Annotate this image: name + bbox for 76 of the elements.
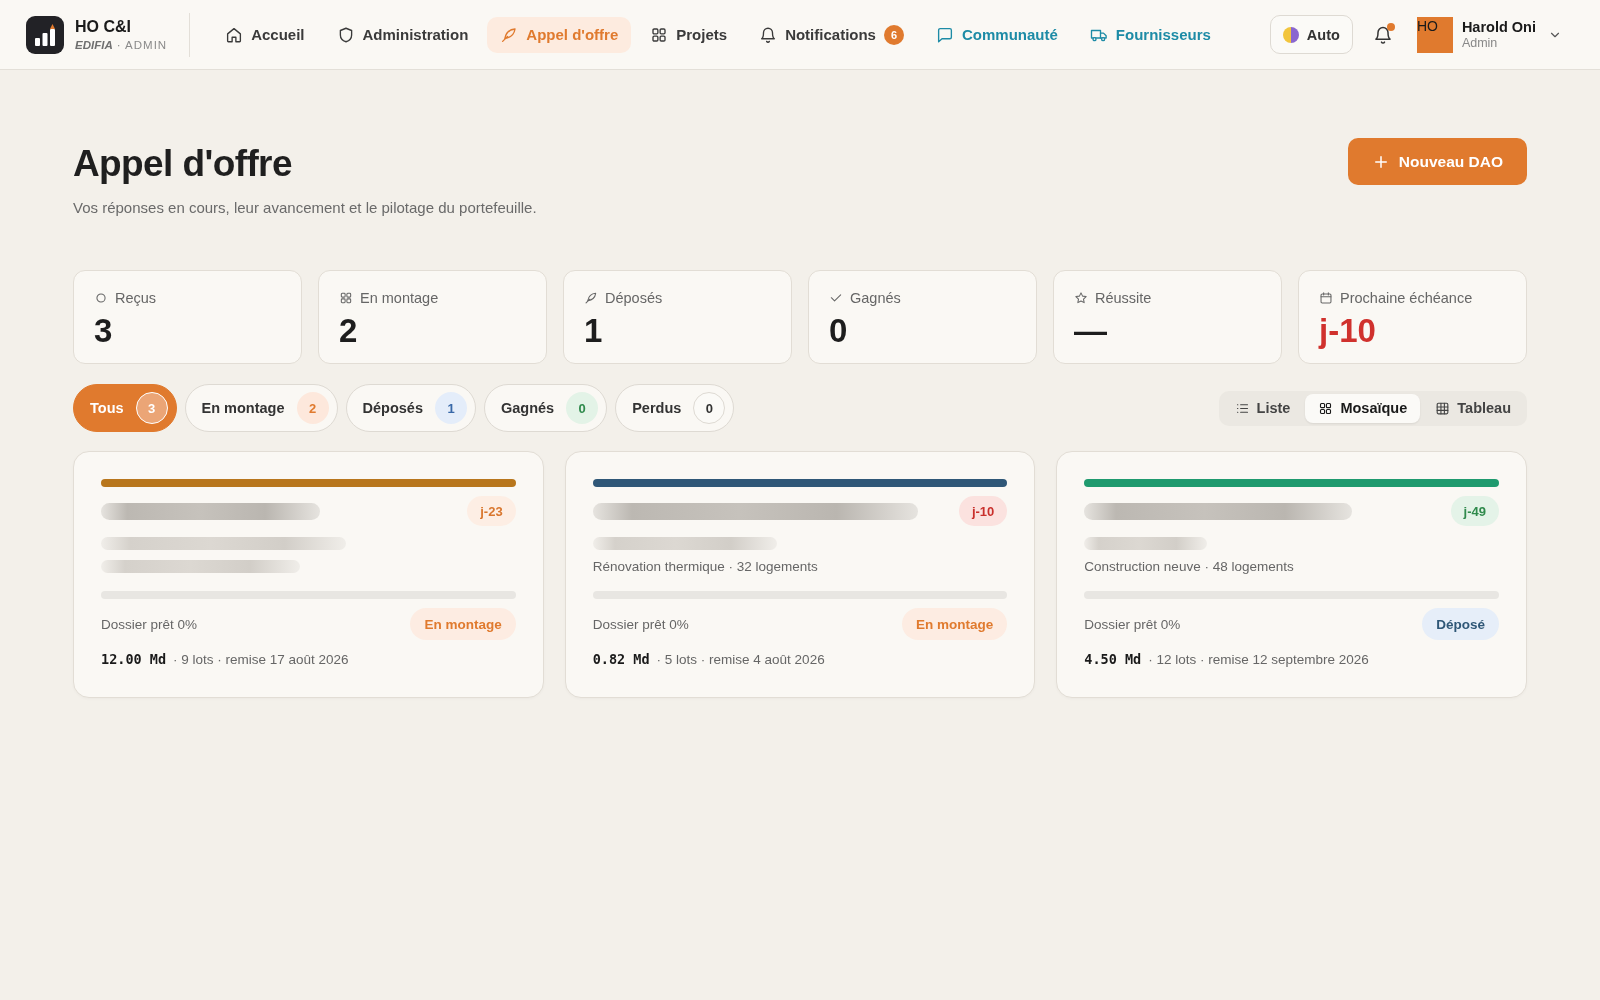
status-badge: Déposé: [1422, 608, 1499, 640]
page-subtitle: Vos réponses en cours, leur avancement et le pilotage du portefeuille.: [73, 198, 537, 218]
bell-icon: [759, 25, 778, 44]
avatar-initials: HO: [1416, 17, 1438, 34]
calendar-icon: [1319, 291, 1333, 305]
filter-chip[interactable]: Perdus 0: [615, 384, 735, 432]
progress-label: Dossier prêt 0%: [1084, 616, 1181, 632]
app-name: HO C&I: [75, 18, 132, 36]
stat-label: Gagnés: [850, 290, 901, 306]
stat-label: Déposés: [605, 290, 663, 306]
card-detail: Rénovation thermique · 32 logements: [592, 559, 818, 574]
deadline-badge: j-23: [467, 496, 516, 526]
stat-value: 1: [584, 313, 603, 349]
stat-label: Prochaine échéance: [1340, 290, 1473, 306]
feather-icon: [500, 25, 519, 44]
view-tab[interactable]: Mosaïque: [1305, 393, 1421, 423]
card-meta: · 9 lots · remise 17 août 2026: [173, 652, 349, 667]
progress-label: Dossier prêt 0%: [592, 616, 689, 632]
status-badge: En montage: [902, 608, 1008, 640]
card-meta: · 12 lots · remise 12 septembre 2026: [1148, 652, 1369, 667]
stat-label: Réussite: [1095, 290, 1152, 306]
stat-value: 2: [339, 313, 358, 349]
grid-icon: [339, 291, 353, 305]
filter-count: 1: [435, 392, 467, 424]
tender-card[interactable]: j-23 Dossier prêt 0% En montage 12.00 Md · 9 lots · remise 17 août 2026: [73, 451, 544, 698]
chat-icon: [935, 25, 954, 44]
check-icon: [829, 291, 843, 305]
stat-value: 0: [829, 313, 848, 349]
brand-name: EDIFIA: [75, 39, 113, 51]
filter-count: 0: [566, 392, 599, 424]
amount-value: 0.82 Md: [592, 651, 650, 667]
view-tab[interactable]: Liste: [1221, 393, 1304, 423]
nav-item[interactable]: Accueil: [212, 16, 318, 53]
amount-value: 12.00 Md: [101, 651, 167, 667]
card-meta: · 5 lots · remise 4 août 2026: [656, 652, 825, 667]
stat-label: En montage: [360, 290, 439, 306]
notification-count: 6: [883, 24, 904, 45]
theme-button[interactable]: Auto: [1269, 15, 1353, 54]
status-badge: En montage: [410, 608, 516, 640]
tender-card[interactable]: j-10 Rénovation thermique · 32 logements Dossier prêt 0% En montage 0.82 Md · 5 lots · remise 4 août 2026: [564, 451, 1036, 698]
filter-chip[interactable]: En montage 2: [184, 384, 338, 432]
feather-icon: [584, 291, 598, 305]
star-icon: [1074, 291, 1088, 305]
nav-item[interactable]: Notifications 6: [746, 16, 917, 53]
filter-chip[interactable]: Déposés 1: [345, 384, 476, 432]
deadline-badge: j-49: [1450, 496, 1499, 526]
user-name: Harold Oni: [1461, 19, 1536, 35]
half-circle-icon: [1282, 26, 1299, 43]
stat-label: Reçus: [115, 290, 157, 306]
deadline-badge: j-10: [958, 496, 1008, 526]
bell-icon: [1372, 24, 1393, 45]
nav-item[interactable]: Administration: [323, 16, 482, 53]
nav-item[interactable]: Fournisseurs: [1076, 16, 1224, 53]
page-title: Appel d'offre: [73, 142, 293, 186]
filter-count: 3: [135, 392, 168, 424]
card-detail: Construction neuve · 48 logements: [1084, 559, 1294, 574]
progress-label: Dossier prêt 0%: [101, 616, 198, 632]
filter-chip[interactable]: Gagnés 0: [484, 384, 608, 432]
stat-value: —: [1074, 313, 1107, 349]
nav-item[interactable]: Projets: [637, 16, 741, 53]
role-label: · ADMIN: [116, 39, 168, 51]
home-icon: [225, 25, 244, 44]
tender-card[interactable]: j-49 Construction neuve · 48 logements Dossier prêt 0% Déposé 4.50 Md · 12 lots · remise 12 septembre 2026: [1056, 451, 1527, 698]
stat-value: j-10: [1319, 313, 1376, 349]
view-tab[interactable]: Tableau: [1422, 393, 1524, 423]
stat-value: 3: [94, 313, 113, 349]
grid-icon: [1318, 400, 1334, 416]
filter-count: 2: [296, 392, 329, 424]
amount-value: 4.50 Md: [1084, 651, 1142, 667]
user-role: Admin: [1461, 36, 1499, 50]
bar-chart-logo-icon: [26, 15, 64, 54]
circle-icon: [94, 291, 108, 305]
table-icon: [1435, 400, 1451, 416]
nav-item[interactable]: Communauté: [922, 16, 1071, 53]
grid-icon: [650, 25, 669, 44]
filter-count: 0: [693, 392, 726, 424]
